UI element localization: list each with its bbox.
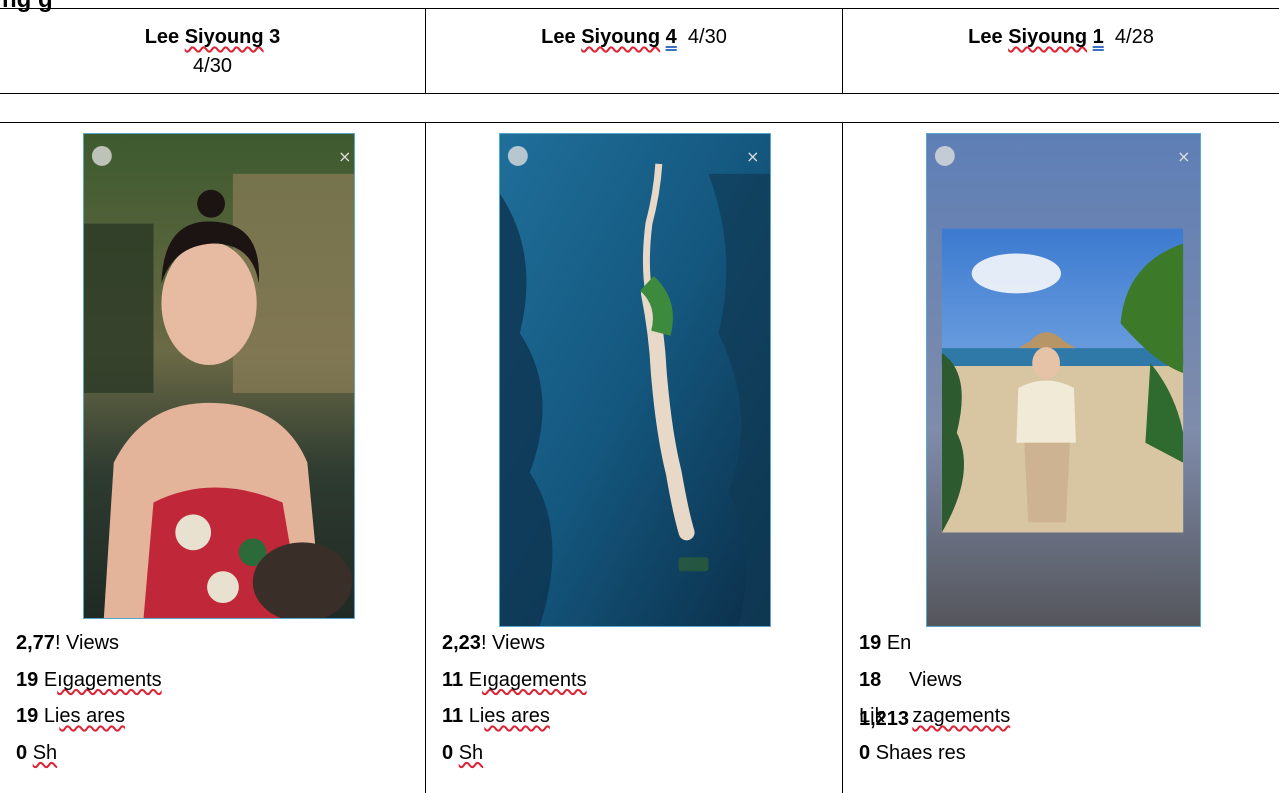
story-4-name-text: Siyoung [581,26,661,48]
story-3-stats: 2,77! Views 19 Eıgagements 19 Lies ares … [16,625,162,771]
story-3-name-text: Siyoung [184,26,264,48]
story-image-4: × [499,133,771,627]
story-4-shares: 0 Sh [442,741,484,764]
header-cell-story-4: Lee Siyoung 4 4/30 [425,9,842,93]
svg-text:×: × [746,147,759,166]
story-1-date: 4/28 [1114,26,1154,48]
story-1-photo: × [927,134,1200,626]
story-3-name: Lee Siyoung 3 [144,26,281,48]
story-3-engagements: 19 Eıgagements [16,668,162,691]
svg-text:×: × [338,147,351,166]
story-4-likes: 11 Lies ares [442,705,550,727]
story-1-name: Lee Siyoung 1 [968,26,1104,48]
story-column-1: 1,213 × 19 En 18 Views Lik zagements 0 S… [842,123,1279,793]
story-3-views: 2,77! Views [16,632,120,654]
story-3-date: 4/30 [193,55,232,77]
header-table: Lee Siyoung 3 4/30 Lee Siyoung 4 4/30 Le… [0,8,1279,94]
story-1-stats: 19 En 18 Views Lik zagements 0 Shaes res [859,625,1010,771]
story-4-engagements: 11 Eıgagements [442,668,587,691]
story-1-name-text: Siyoung [1008,26,1088,48]
story-4-name: Lee Siyoung 4 [541,26,677,48]
story-column-4: × 2,23! Views 11 Eıgagements 11 Lies are… [425,123,842,793]
story-1-likes: Lik zagements [859,705,1011,727]
story-column-3: × 2,77! Views 19 Eıgagements 19 Lies are… [0,123,425,793]
stories-table: × 2,77! Views 19 Eıgagements 19 Lies are… [0,122,1279,793]
svg-text:×: × [1177,147,1190,166]
story-3-shares: 0 Sh [16,741,58,764]
story-4-photo: × [500,134,770,626]
story-1-shares: 0 Shaes res [859,741,966,764]
story-3-likes: 19 Lies ares [16,705,125,727]
story-1-views: 18 Views [859,668,963,691]
story-4-date: 4/30 [687,26,727,48]
story-1-engagements: 19 En [859,632,912,654]
header-cell-story-3: Lee Siyoung 3 4/30 [0,9,425,93]
story-3-photo: × [84,134,354,618]
story-4-stats: 2,23! Views 11 Eıgagements 11 Lies ares … [442,625,587,771]
header-cell-story-1: Lee Siyoung 1 4/28 [842,9,1279,93]
story-image-1: × [926,133,1201,627]
story-image-3: × [83,133,355,619]
story-4-views: 2,23! Views [442,632,546,654]
